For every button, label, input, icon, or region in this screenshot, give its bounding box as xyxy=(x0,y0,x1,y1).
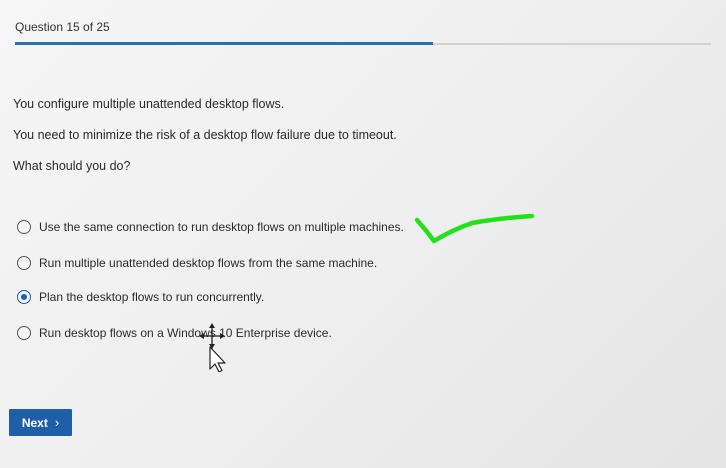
option-label: Run multiple unattended desktop flows fr… xyxy=(39,256,378,270)
move-cursor-icon xyxy=(199,323,226,372)
progress-bar xyxy=(15,42,711,45)
question-counter: Question 15 of 25 xyxy=(15,20,110,34)
option-label: Run desktop flows on a Windows 10 Enterp… xyxy=(39,326,332,340)
option-label: Use the same connection to run desktop f… xyxy=(39,220,404,234)
radio-button[interactable] xyxy=(17,256,31,270)
checkmark-annotation-icon xyxy=(414,213,535,244)
progress-fill xyxy=(15,42,433,45)
answer-option-1[interactable]: Use the same connection to run desktop f… xyxy=(17,220,404,234)
radio-button[interactable] xyxy=(17,326,31,340)
radio-button[interactable] xyxy=(17,290,31,304)
next-button-label: Next xyxy=(21,415,48,430)
next-button[interactable]: Next › xyxy=(9,409,72,436)
chevron-right-icon: › xyxy=(54,415,60,430)
radio-button[interactable] xyxy=(17,220,31,234)
question-goal: You need to minimize the risk of a deskt… xyxy=(13,128,397,142)
question-scenario: You configure multiple unattended deskto… xyxy=(13,97,285,111)
answer-option-4[interactable]: Run desktop flows on a Windows 10 Enterp… xyxy=(17,326,332,340)
answer-option-3[interactable]: Plan the desktop flows to run concurrent… xyxy=(17,290,264,304)
question-prompt: What should you do? xyxy=(13,159,131,173)
answer-option-2[interactable]: Run multiple unattended desktop flows fr… xyxy=(17,256,377,270)
option-label: Plan the desktop flows to run concurrent… xyxy=(39,290,265,304)
